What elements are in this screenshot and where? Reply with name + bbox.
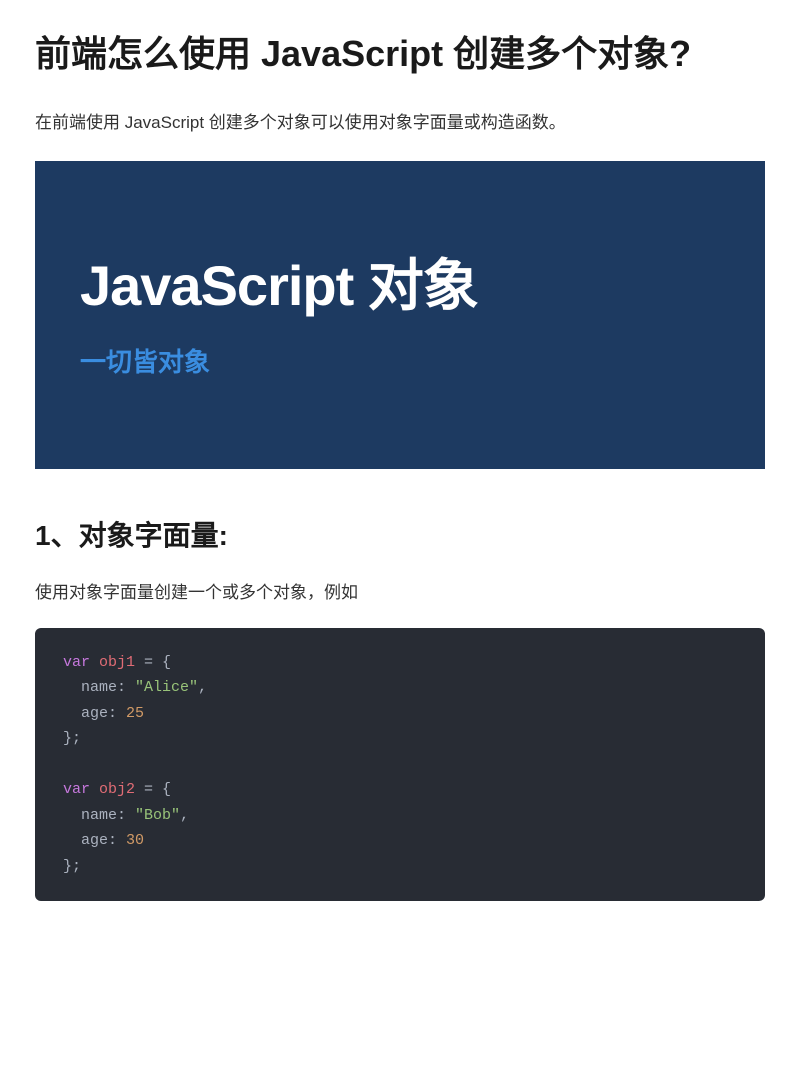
banner-image: JavaScript 对象 一切皆对象	[35, 161, 765, 469]
code-keyword: var	[63, 781, 90, 798]
banner-subtitle: 一切皆对象	[80, 342, 720, 379]
code-punct: :	[117, 679, 135, 696]
code-property: age	[81, 705, 108, 722]
code-property: name	[81, 807, 117, 824]
code-punct: };	[63, 858, 81, 875]
section-paragraph: 使用对象字面量创建一个或多个对象，例如	[35, 579, 765, 606]
code-punct: };	[63, 730, 81, 747]
code-number: 25	[126, 705, 144, 722]
code-punct: :	[117, 807, 135, 824]
code-string: "Bob"	[135, 807, 180, 824]
page-title: 前端怎么使用 JavaScript 创建多个对象?	[35, 30, 765, 79]
section-heading: 1、对象字面量:	[35, 514, 765, 554]
intro-paragraph: 在前端使用 JavaScript 创建多个对象可以使用对象字面量或构造函数。	[35, 109, 765, 136]
code-block: var obj1 = { name: "Alice", age: 25 }; v…	[35, 628, 765, 902]
code-punct: :	[108, 832, 126, 849]
code-punct: ,	[198, 679, 207, 696]
code-punct: :	[108, 705, 126, 722]
code-variable: obj1	[99, 654, 135, 671]
banner-title: JavaScript 对象	[80, 241, 720, 322]
code-punct: = {	[135, 781, 171, 798]
code-punct: = {	[135, 654, 171, 671]
code-string: "Alice"	[135, 679, 198, 696]
code-variable: obj2	[99, 781, 135, 798]
code-number: 30	[126, 832, 144, 849]
code-punct: ,	[180, 807, 189, 824]
code-keyword: var	[63, 654, 90, 671]
code-property: age	[81, 832, 108, 849]
code-property: name	[81, 679, 117, 696]
